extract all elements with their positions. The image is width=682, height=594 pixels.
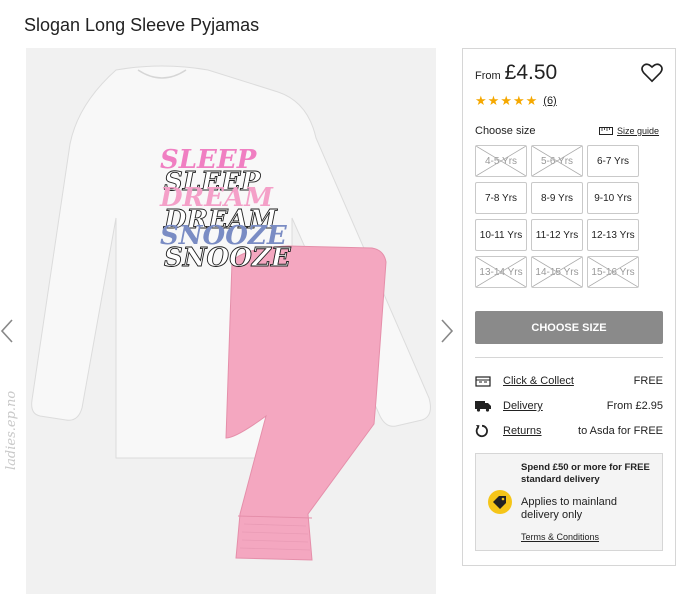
unavailable-cross-icon <box>532 257 582 287</box>
click-collect-link[interactable]: Click & Collect <box>503 375 574 387</box>
delivery-row-delivery: Delivery From £2.95 <box>475 398 663 414</box>
size-guide-link[interactable]: Size guide <box>599 126 659 136</box>
delivery-row-click-collect: Click & Collect FREE <box>475 373 663 389</box>
price-row: From £4.50 <box>475 61 557 85</box>
star-icon: ★ <box>475 93 487 108</box>
gallery-next-arrow-icon[interactable] <box>440 318 454 344</box>
product-title: Slogan Long Sleeve Pyjamas <box>24 15 260 35</box>
review-count-link[interactable]: (6) <box>543 95 556 107</box>
rating[interactable]: ★ ★ ★ ★ ★ (6) <box>475 93 557 109</box>
delivery-row-returns: Returns to Asda for FREE <box>475 423 663 439</box>
unavailable-cross-icon <box>532 146 582 176</box>
size-option-label: 7-8 Yrs <box>484 192 518 204</box>
ruler-icon <box>599 127 613 135</box>
free-delivery-promo: Spend £50 or more for FREE standard deli… <box>475 453 663 551</box>
size-option[interactable]: 9-10 Yrs <box>587 182 639 214</box>
size-guide-label: Size guide <box>617 126 660 136</box>
click-collect-value: FREE <box>633 375 663 387</box>
size-option-label: 9-10 Yrs <box>594 192 632 204</box>
divider <box>475 357 663 358</box>
size-option-label: 6-7 Yrs <box>596 155 630 167</box>
size-option-label: 10-11 Yrs <box>479 229 523 241</box>
size-option[interactable]: 15-16 Yrs <box>587 256 639 288</box>
size-option[interactable]: 10-11 Yrs <box>475 219 527 251</box>
size-option[interactable]: 6-7 Yrs <box>587 145 639 177</box>
size-option[interactable]: 7-8 Yrs <box>475 182 527 214</box>
promo-heading: Spend £50 or more for FREE standard deli… <box>521 462 650 485</box>
size-option[interactable]: 4-5 Yrs <box>475 145 527 177</box>
star-icon: ★ <box>500 93 512 108</box>
size-option-label: 12-13 Yrs <box>591 229 635 241</box>
store-icon <box>475 374 491 388</box>
unavailable-cross-icon <box>588 257 638 287</box>
size-option[interactable]: 14-15 Yrs <box>531 256 583 288</box>
size-option-label: 8-9 Yrs <box>540 192 574 204</box>
size-option[interactable]: 5-6 Yrs <box>531 145 583 177</box>
size-grid: 4-5 Yrs5-6 Yrs 6-7 Yrs 7-8 Yrs 8-9 Yrs 9-10 … <box>475 145 639 288</box>
price-prefix: From <box>475 70 501 82</box>
choose-size-button[interactable]: CHOOSE SIZE <box>475 311 663 344</box>
delivery-link[interactable]: Delivery <box>503 400 543 412</box>
watermark-text: ladies.ep.no <box>4 390 19 470</box>
returns-icon <box>475 424 491 438</box>
terms-conditions-link[interactable]: Terms & Conditions <box>521 532 599 542</box>
star-icon: ★ <box>512 93 525 108</box>
size-option[interactable]: 13-14 Yrs <box>475 256 527 288</box>
size-option[interactable]: 11-12 Yrs <box>531 219 583 251</box>
star-icon: ★ <box>487 93 500 108</box>
pyjamas-illustration: SLEEP SLEEP DREAM DREAM SNOOZE SNOOZE <box>26 48 436 594</box>
price-tag-icon <box>488 490 512 514</box>
truck-icon <box>475 399 491 413</box>
choose-size-label: Choose size <box>475 125 536 137</box>
size-option-label: 11-12 Yrs <box>535 229 579 241</box>
heart-icon[interactable] <box>641 63 663 83</box>
slogan-line: SNOOZE <box>164 243 292 273</box>
star-icon: ★ <box>525 93 538 108</box>
unavailable-cross-icon <box>476 146 526 176</box>
gallery-prev-arrow-icon[interactable] <box>0 318 14 344</box>
returns-value: to Asda for FREE <box>578 425 663 437</box>
delivery-value: From £2.95 <box>606 400 663 412</box>
returns-link[interactable]: Returns <box>503 425 542 437</box>
product-image[interactable]: SLEEP SLEEP DREAM DREAM SNOOZE SNOOZE <box>26 48 436 594</box>
size-option[interactable]: 12-13 Yrs <box>587 219 639 251</box>
unavailable-cross-icon <box>476 257 526 287</box>
price: £4.50 <box>504 61 558 84</box>
size-option[interactable]: 8-9 Yrs <box>531 182 583 214</box>
purchase-panel: From £4.50 ★ ★ ★ ★ ★ (6) Choose size Siz… <box>462 48 676 566</box>
promo-body: Applies to mainland delivery only <box>521 496 618 521</box>
